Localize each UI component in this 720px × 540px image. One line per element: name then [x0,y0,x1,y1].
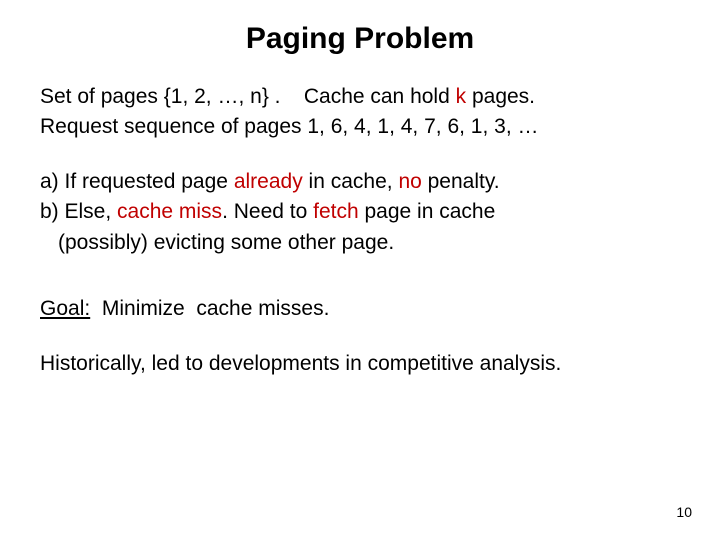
rules-block: a) If requested page already in cache, n… [40,167,680,258]
rule-b-mid: . Need to [222,200,313,223]
rule-a-already: already [234,170,303,193]
rule-b-miss: cache miss [117,200,222,223]
goal-text: Minimize cache misses. [90,297,329,320]
rule-a-suffix: penalty. [422,170,500,193]
rule-b-fetch: fetch [313,200,359,223]
intro-line1-b: Cache can hold [304,85,456,108]
rule-b-suffix: page in cache [359,200,496,223]
rule-b-line2: (possibly) evicting some other page. [40,228,680,258]
rule-a-mid: in cache, [303,170,399,193]
intro-line1-c: pages. [466,85,535,108]
intro-line1-a: Set of pages {1, 2, …, n} . [40,85,281,108]
rule-b-prefix: b) Else, [40,200,117,223]
history-paragraph: Historically, led to developments in com… [40,349,680,379]
slide-title: Paging Problem [40,22,680,56]
intro-k: k [456,85,467,108]
slide: Paging Problem Set of pages {1, 2, …, n}… [0,0,720,540]
rule-a-no: no [398,170,421,193]
rule-a: a) If requested page already in cache, n… [40,167,680,197]
rule-b-line1: b) Else, cache miss. Need to fetch page … [40,197,680,227]
goal-paragraph: Goal: Minimize cache misses. [40,294,680,324]
rule-a-prefix: a) If requested page [40,170,234,193]
intro-paragraph: Set of pages {1, 2, …, n} . Cache can ho… [40,82,680,143]
intro-line1-gap [281,85,304,108]
intro-line2: Request sequence of pages 1, 6, 4, 1, 4,… [40,115,539,138]
page-number: 10 [676,504,692,520]
goal-label: Goal: [40,297,90,320]
